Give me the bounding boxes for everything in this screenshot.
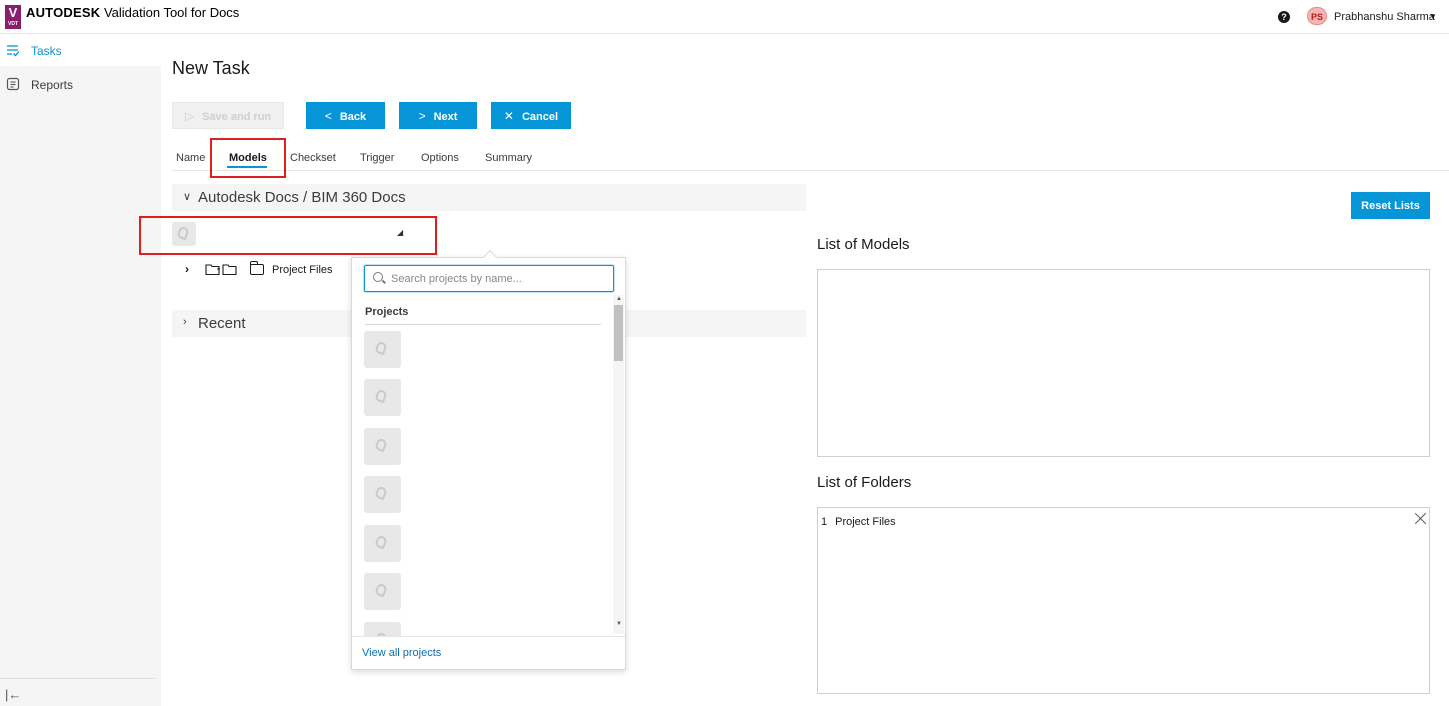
project-placeholder-icon [374,437,388,453]
tree-folder-label: Project Files [272,264,333,276]
search-icon [373,272,383,282]
app-name: Validation Tool for Docs [103,5,240,20]
user-name[interactable]: Prabhanshu Sharma [1334,11,1435,23]
sidebar-item-reports[interactable]: Reports [0,68,161,100]
list-item: 1 Project Files [821,516,896,528]
tab-trigger[interactable]: Trigger [360,152,394,164]
folder-icon [249,261,264,275]
brand-name: AUTODESK [26,5,101,20]
divider [365,324,601,325]
chevron-left-icon: < [324,108,332,123]
project-placeholder-icon [374,388,388,404]
logo-letter: V [8,5,18,20]
project-list-item[interactable] [364,331,401,368]
tab-summary[interactable]: Summary [485,152,532,164]
caret-down-icon[interactable]: ▼ [1429,12,1437,21]
tasks-icon [7,45,20,57]
cancel-button[interactable]: ✕ Cancel [491,102,571,129]
sidebar-item-tasks[interactable]: Tasks [0,34,161,66]
project-list-item[interactable] [364,428,401,465]
project-list-item[interactable] [364,525,401,562]
project-list [352,326,612,637]
project-placeholder-icon [374,340,388,356]
reset-lists-button[interactable]: Reset Lists [1351,192,1430,219]
save-and-run-button[interactable]: ▷ Save and run [172,102,284,129]
sidebar: Tasks Reports |← [0,34,161,706]
back-button[interactable]: < Back [306,102,385,129]
projects-group-label: Projects [365,306,409,318]
collapse-sidebar-icon[interactable]: |← [5,687,21,702]
chevron-right-icon[interactable]: › [185,262,189,276]
wizard-tabs: Name Models Checkset Trigger Options Sum… [172,150,1449,171]
reports-icon [6,77,20,91]
scroll-down-icon[interactable]: ▼ [616,621,622,627]
scroll-up-icon[interactable]: ▲ [616,296,622,302]
play-icon: ▷ [184,108,195,123]
dropdown-pointer [482,249,498,265]
project-search-field[interactable] [364,265,614,292]
sidebar-item-label: Tasks [31,44,62,58]
models-list-box [817,269,1430,457]
folder-index: 1 [821,516,828,528]
chevron-right-icon: > [418,108,426,123]
top-bar: V VDT AUTODESK Validation Tool for Docs … [0,0,1449,34]
help-icon[interactable]: ? [1278,11,1290,23]
sidebar-divider [0,678,155,679]
tab-name[interactable]: Name [176,152,205,164]
remove-folder-icon[interactable] [1414,512,1427,525]
project-list-item[interactable] [364,573,401,610]
chevron-down-icon: ∨ [183,191,192,203]
project-placeholder-icon [374,534,388,550]
page-title: New Task [172,58,250,78]
close-icon: ✕ [503,108,514,123]
view-all-projects-link[interactable]: View all projects [362,647,441,659]
folder-swap-icon[interactable] [203,262,239,276]
logo-subtext: VDT [8,21,18,27]
next-button[interactable]: > Next [399,102,477,129]
project-placeholder-icon [374,485,388,501]
tab-options[interactable]: Options [421,152,459,164]
highlight-box-project-selector [139,216,437,255]
dropdown-scrollbar[interactable]: ▲ ▼ [613,295,624,634]
sidebar-item-label: Reports [31,78,74,92]
app-title: AUTODESK Validation Tool for Docs [26,5,239,20]
project-dropdown: Projects ▲ ▼ View all projects [351,249,626,670]
divider [352,636,625,637]
folders-list-title: List of Folders [817,474,912,491]
chevron-right-icon: › [183,316,187,328]
highlight-box-models-tab [210,138,286,178]
folders-list-box: 1 Project Files [817,507,1430,694]
project-list-item[interactable] [364,476,401,513]
project-placeholder-icon [374,582,388,598]
folder-name: Project Files [835,516,896,528]
project-list-item[interactable] [364,622,401,637]
app-logo: V VDT [5,5,21,29]
project-search-input[interactable] [391,270,609,288]
project-list-item[interactable] [364,379,401,416]
scrollbar-thumb[interactable] [614,305,623,361]
avatar[interactable]: PS [1307,7,1327,25]
section-autodesk-docs[interactable]: ∨ Autodesk Docs / BIM 360 Docs [172,184,806,211]
tab-checkset[interactable]: Checkset [290,152,336,164]
models-list-title: List of Models [817,236,910,253]
